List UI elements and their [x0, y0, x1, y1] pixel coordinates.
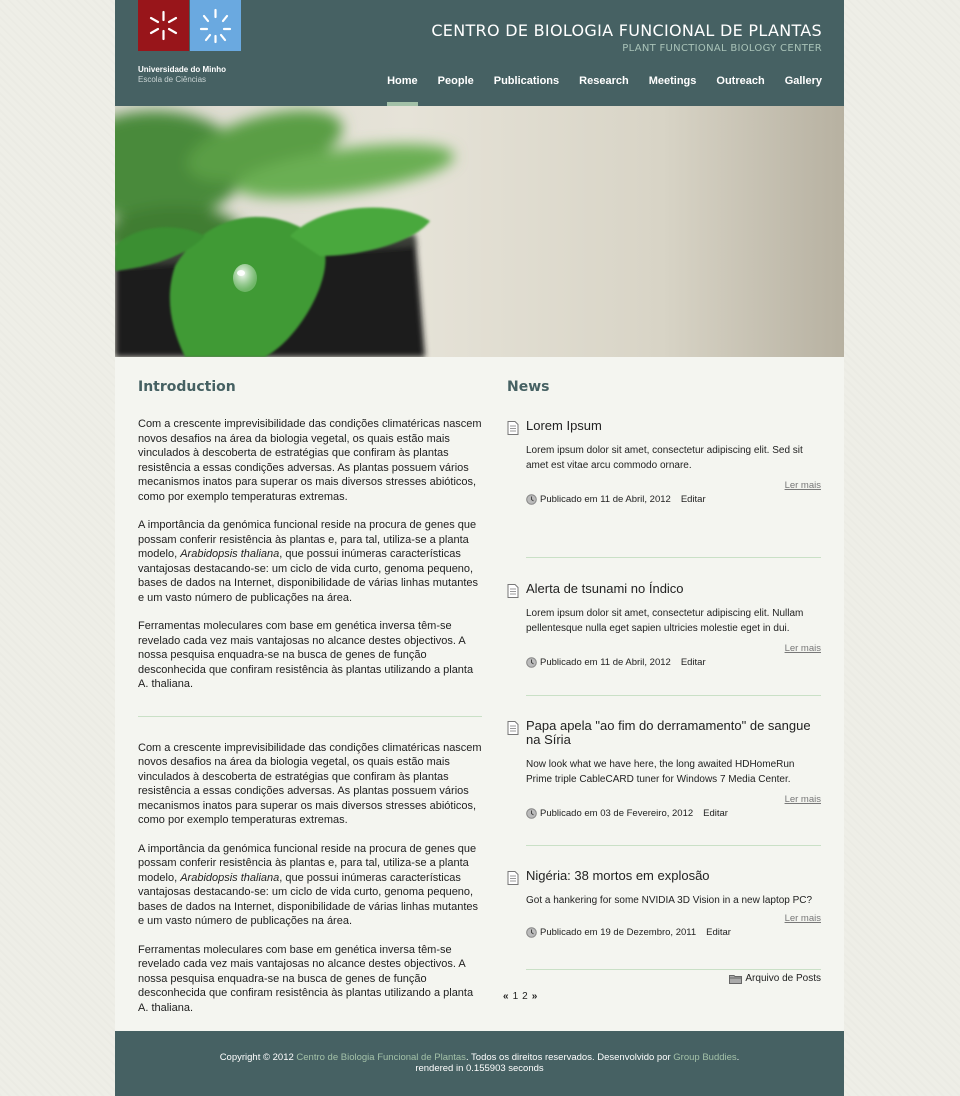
clock-icon: [526, 927, 537, 938]
species-name: Arabidopsis thaliana: [180, 871, 280, 884]
developer-link[interactable]: Group Buddies: [673, 1052, 736, 1063]
introduction-title: Introduction: [138, 379, 236, 395]
news-item-title[interactable]: Lorem Ipsum: [526, 419, 821, 433]
news-item-text: Lorem ipsum dolor sit amet, consectetur …: [526, 608, 804, 634]
news-item-meta: Publicado em 03 de Fevereiro, 2012 Edita…: [526, 808, 821, 819]
pager-first[interactable]: «: [503, 991, 509, 1002]
pager-next[interactable]: »: [532, 991, 538, 1002]
news-item: Lorem Ipsum Lorem ipsum dolor sit amet, …: [507, 408, 821, 558]
read-more-link[interactable]: Ler mais: [526, 913, 821, 924]
news-item-text: Now look what we have here, the long awa…: [526, 759, 795, 785]
news-item-text: Got a hankering for some NVIDIA 3D Visio…: [526, 895, 813, 906]
published-date: Publicado em 11 de Abril, 2012: [540, 657, 671, 668]
nav-item-publications[interactable]: Publications: [494, 75, 559, 87]
plant-photo: [115, 110, 454, 357]
hero-image-plant: [115, 106, 844, 357]
news-item-meta: Publicado em 11 de Abril, 2012 Editar: [526, 494, 821, 505]
page: Universidade do Minho Escola de Ciências…: [115, 0, 844, 1096]
university-logo-red[interactable]: [138, 0, 189, 51]
news-list: Lorem Ipsum Lorem ipsum dolor sit amet, …: [507, 408, 821, 970]
school-emblem-icon: [199, 8, 232, 44]
clock-icon: [526, 657, 537, 668]
edit-link[interactable]: Editar: [706, 927, 731, 938]
site-title[interactable]: CENTRO DE BIOLOGIA FUNCIONAL DE PLANTAS: [431, 21, 822, 40]
intro-paragraph: Ferramentas moleculares com base em gené…: [138, 943, 474, 1014]
intro-paragraph: A importância da genómica funcional resi…: [138, 842, 479, 928]
school-name: Escola de Ciências: [138, 75, 207, 84]
edit-link[interactable]: Editar: [681, 657, 706, 668]
read-more-link[interactable]: Ler mais: [526, 794, 821, 805]
document-icon: [507, 421, 519, 435]
published-date: Publicado em 19 de Dezembro, 2011: [540, 927, 697, 938]
archive-label: Arquivo de Posts: [745, 973, 821, 984]
news-item: Papa apela "ao fim do derramamento" de s…: [507, 696, 821, 846]
news-item-meta: Publicado em 11 de Abril, 2012 Editar: [526, 657, 821, 668]
school-logo-blue[interactable]: [190, 0, 241, 51]
section-divider: [138, 715, 482, 717]
published-date: Publicado em 03 de Fevereiro, 2012: [540, 808, 694, 819]
read-more-link[interactable]: Ler mais: [526, 643, 821, 654]
pager-page-2[interactable]: 2: [522, 991, 528, 1002]
document-icon: [507, 721, 519, 735]
university-name: Universidade do Minho: [138, 65, 227, 74]
centre-link[interactable]: Centro de Biologia Funcional de Plantas: [296, 1052, 466, 1063]
published-date: Publicado em 11 de Abril, 2012: [540, 494, 671, 505]
intro-paragraph: Com a crescente imprevisibilidade das co…: [138, 741, 482, 827]
site-header: Universidade do Minho Escola de Ciências…: [115, 0, 844, 106]
pagination: « 1 2 »: [503, 991, 821, 1002]
nav-item-people[interactable]: People: [438, 75, 474, 87]
introduction-section: Introduction Com a crescente imprevisibi…: [138, 379, 482, 1015]
document-icon: [507, 584, 519, 598]
document-icon: [507, 871, 519, 885]
intro-paragraph: A importância da genómica funcional resi…: [138, 519, 479, 604]
university-emblem-icon: [149, 10, 178, 41]
news-item-title[interactable]: Papa apela "ao fim do derramamento" de s…: [526, 719, 821, 747]
news-item: Alerta de tsunami no Índico Lorem ipsum …: [507, 558, 821, 696]
nav-item-outreach[interactable]: Outreach: [716, 75, 764, 87]
intro-paragraph: Ferramentas moleculares com base em gené…: [138, 620, 474, 690]
nav-item-home[interactable]: Home: [387, 75, 418, 106]
posts-archive-link[interactable]: Arquivo de Posts: [729, 973, 821, 984]
clock-icon: [526, 494, 537, 505]
copyright-line: Copyright © 2012 Centro de Biologia Func…: [219, 1052, 740, 1063]
news-section: News Lorem Ipsum Lorem ipsum dolor sit a…: [503, 379, 821, 1002]
read-more-link[interactable]: Ler mais: [526, 480, 821, 491]
folder-icon: [729, 974, 743, 984]
nav-item-research[interactable]: Research: [579, 75, 629, 87]
site-footer: Copyright © 2012 Centro de Biologia Func…: [115, 1031, 844, 1096]
news-item-title[interactable]: Nigéria: 38 mortos em explosão: [526, 869, 821, 883]
edit-link[interactable]: Editar: [703, 808, 728, 819]
intro-block: Com a crescente imprevisibilidade das co…: [138, 417, 482, 692]
intro-block: Com a crescente imprevisibilidade das co…: [138, 741, 482, 1016]
nav-item-meetings[interactable]: Meetings: [649, 75, 697, 87]
news-item-title[interactable]: Alerta de tsunami no Índico: [526, 582, 821, 596]
render-time: rendered in 0.155903 seconds: [415, 1063, 544, 1074]
intro-paragraph: Com a crescente imprevisibilidade das co…: [138, 418, 482, 503]
clock-icon: [526, 808, 537, 819]
site-subtitle: PLANT FUNCTIONAL BIOLOGY CENTER: [622, 43, 822, 54]
pager-page-1[interactable]: 1: [513, 991, 519, 1002]
news-item-meta: Publicado em 19 de Dezembro, 2011 Editar: [526, 927, 821, 938]
news-title: News: [507, 379, 550, 395]
news-item: Nigéria: 38 mortos em explosão Got a han…: [507, 846, 821, 970]
news-item-text: Lorem ipsum dolor sit amet, consectetur …: [526, 445, 803, 471]
species-name: Arabidopsis thaliana: [180, 548, 280, 560]
edit-link[interactable]: Editar: [681, 494, 706, 505]
nav-item-gallery[interactable]: Gallery: [785, 75, 822, 87]
main-nav: Home People Publications Research Meetin…: [367, 75, 822, 106]
